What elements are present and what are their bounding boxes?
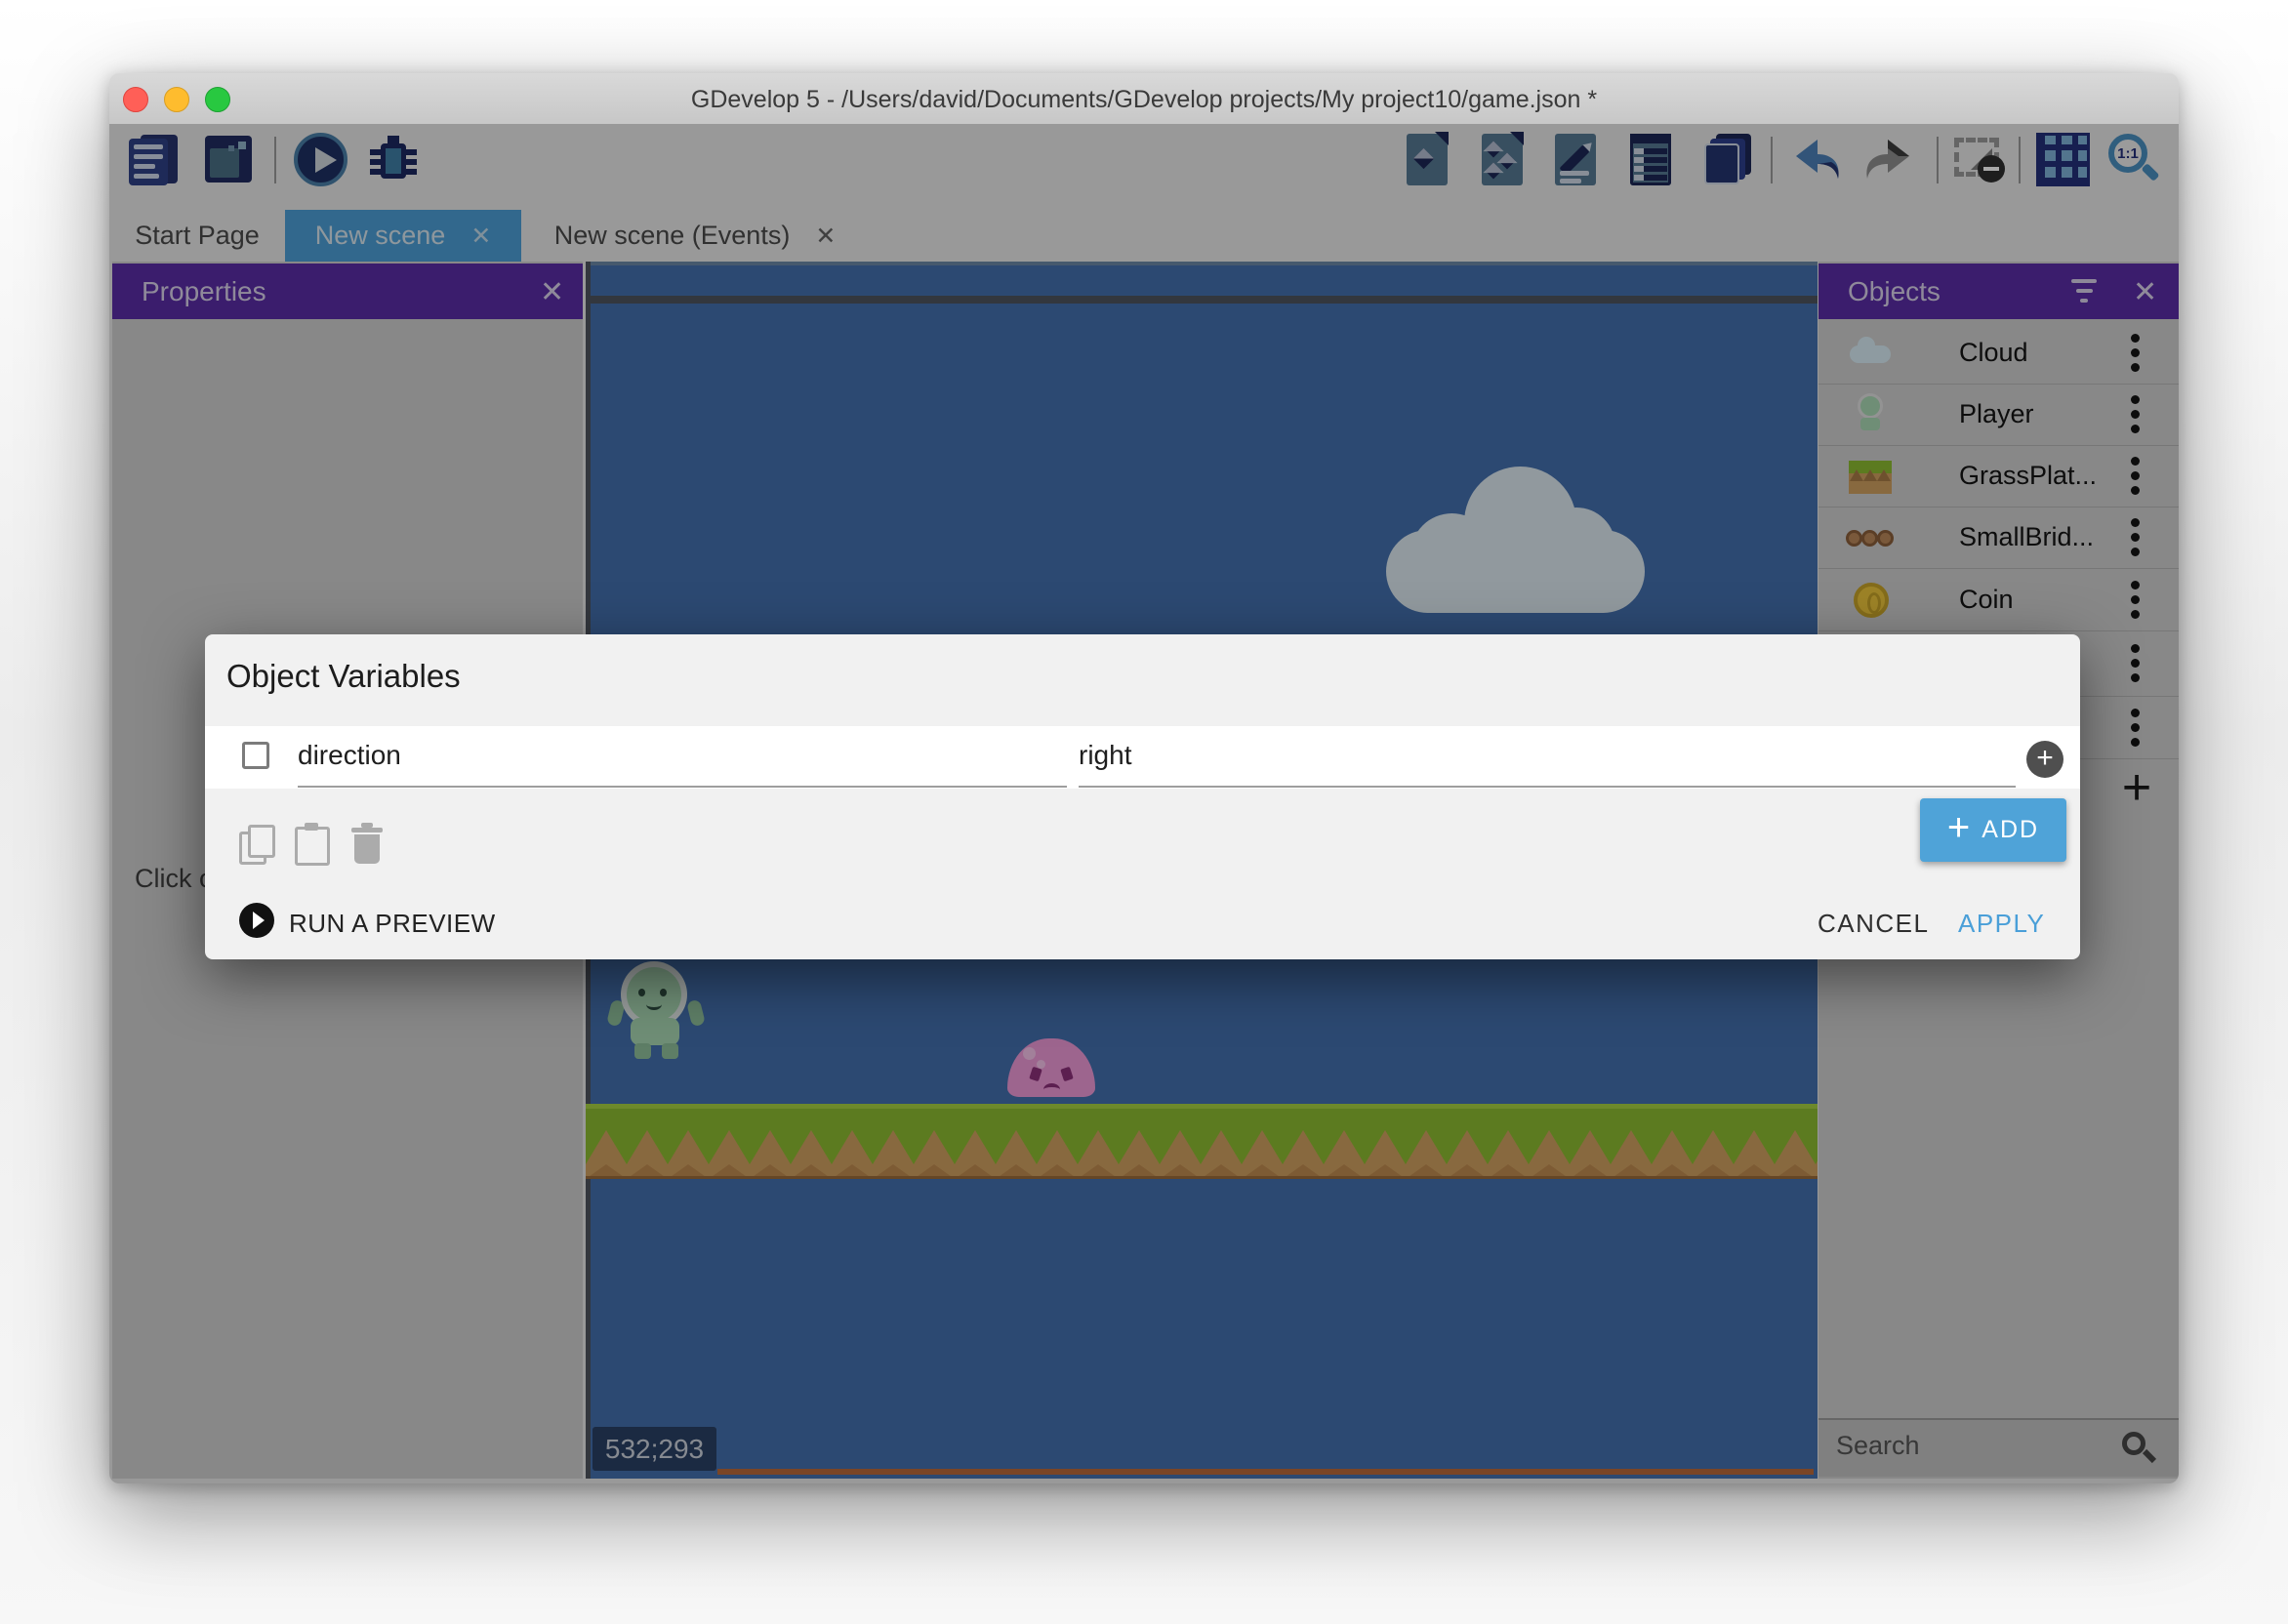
object-label: Cloud xyxy=(1959,338,2028,368)
object-row-player[interactable]: Player xyxy=(1818,384,2179,446)
variable-row: direction right xyxy=(205,726,2080,789)
paste-icon[interactable] xyxy=(295,823,328,862)
close-panel-icon[interactable]: ✕ xyxy=(2133,275,2157,309)
close-tab-icon[interactable]: ✕ xyxy=(815,222,836,251)
object-row-smallbridge[interactable]: SmallBrid... xyxy=(1818,507,2179,569)
name-field-underline xyxy=(298,786,1067,788)
panel-title: Properties xyxy=(142,276,266,307)
variable-name-field[interactable]: direction xyxy=(298,740,401,771)
toolbar-divider xyxy=(274,137,276,183)
zoom-1-1-icon[interactable]: 1:1 xyxy=(2106,132,2162,187)
start-page-icon[interactable] xyxy=(201,132,257,187)
tab-start-page[interactable]: Start Page xyxy=(109,210,285,262)
lower-platform-edge xyxy=(717,1469,1814,1475)
player-instance[interactable] xyxy=(597,961,715,1059)
kebab-menu-icon[interactable] xyxy=(2129,709,2141,748)
object-label: GrassPlat... xyxy=(1959,461,2097,491)
add-object-button[interactable]: + xyxy=(2107,760,2166,819)
debugger-icon[interactable] xyxy=(365,132,421,187)
plus-icon: + xyxy=(1947,806,1970,850)
properties-panel-header: Properties ✕ xyxy=(112,264,583,319)
window-mask-icon[interactable] xyxy=(1952,132,2008,187)
object-groups-editor-icon[interactable] xyxy=(1475,132,1531,187)
grid-icon[interactable] xyxy=(2035,132,2091,187)
object-row-grassplatform[interactable]: GrassPlat... xyxy=(1818,445,2179,508)
undo-icon[interactable] xyxy=(1788,132,1844,187)
tab-label: New scene xyxy=(315,221,446,251)
toolbar-divider xyxy=(2019,137,2021,183)
filter-icon[interactable] xyxy=(2070,279,2098,304)
coin-object-icon xyxy=(1846,577,1895,624)
cloud-instance[interactable] xyxy=(1386,467,1645,613)
kebab-menu-icon[interactable] xyxy=(2129,644,2141,683)
trash-icon[interactable] xyxy=(351,822,385,865)
gdevelop-window: GDevelop 5 - /Users/david/Documents/GDev… xyxy=(109,73,2179,1483)
add-variable-button[interactable]: + ADD xyxy=(1920,798,2066,862)
close-panel-icon[interactable]: ✕ xyxy=(540,275,564,309)
small-bridge-object-icon xyxy=(1846,514,1895,561)
cancel-button[interactable]: CANCEL xyxy=(1818,909,1929,939)
toolbar: 1:1 xyxy=(109,124,2179,210)
window-title: GDevelop 5 - /Users/david/Documents/GDev… xyxy=(109,86,2179,114)
tab-bar: Start Page New scene ✕ New scene (Events… xyxy=(109,210,2179,262)
cloud-object-icon xyxy=(1846,330,1895,377)
search-icon xyxy=(2122,1432,2145,1455)
search-input[interactable] xyxy=(1834,1430,2111,1462)
kebab-menu-icon[interactable] xyxy=(2129,334,2141,373)
toolbar-divider xyxy=(1771,137,1773,183)
variable-checkbox[interactable] xyxy=(242,742,269,769)
object-label: Coin xyxy=(1959,585,2014,615)
titlebar: GDevelop 5 - /Users/david/Documents/GDev… xyxy=(109,73,2179,125)
object-row-cloud[interactable]: Cloud xyxy=(1818,322,2179,385)
panel-title: Objects xyxy=(1848,276,1941,307)
kebab-menu-icon[interactable] xyxy=(2129,395,2141,434)
kebab-menu-icon[interactable] xyxy=(2129,518,2141,557)
object-label: Player xyxy=(1959,399,2034,429)
tab-new-scene-events[interactable]: New scene (Events) ✕ xyxy=(521,210,869,262)
objects-panel-header: Objects ✕ xyxy=(1818,264,2179,319)
kebab-menu-icon[interactable] xyxy=(2129,457,2141,496)
object-variables-dialog: Object Variables direction right + + ADD xyxy=(205,634,2080,959)
object-row-coin[interactable]: Coin xyxy=(1818,569,2179,631)
kebab-menu-icon[interactable] xyxy=(2129,581,2141,620)
properties-hint: Click o xyxy=(135,864,214,894)
add-button-label: ADD xyxy=(1982,816,2039,844)
desktop: GDevelop 5 - /Users/david/Documents/GDev… xyxy=(0,0,2288,1624)
slime-enemy-instance[interactable] xyxy=(1007,1038,1095,1097)
dialog-title: Object Variables xyxy=(226,658,461,695)
scene-properties-icon[interactable] xyxy=(1548,132,1604,187)
cursor-coordinates-badge: 532;293 xyxy=(592,1427,716,1471)
copy-icon[interactable] xyxy=(239,825,272,862)
preview-icon[interactable] xyxy=(293,132,348,187)
tab-label: New scene (Events) xyxy=(554,221,791,251)
viewport-top-border xyxy=(586,296,1818,304)
tab-new-scene[interactable]: New scene ✕ xyxy=(285,210,521,262)
close-tab-icon[interactable]: ✕ xyxy=(470,222,491,251)
toolbar-divider xyxy=(1937,137,1939,183)
add-child-variable-button[interactable]: + xyxy=(2026,741,2063,778)
value-field-underline xyxy=(1079,786,2016,788)
project-manager-icon[interactable] xyxy=(127,132,183,187)
grass-platform-object-icon xyxy=(1846,453,1895,500)
redo-icon[interactable] xyxy=(1861,132,1917,187)
apply-button[interactable]: APPLY xyxy=(1958,909,2045,939)
zoom-ratio-label: 1:1 xyxy=(2117,145,2139,162)
run-preview-icon[interactable] xyxy=(239,903,274,938)
variable-value-field[interactable]: right xyxy=(1079,740,1131,771)
run-preview-button[interactable]: RUN A PREVIEW xyxy=(289,909,496,939)
grass-platform-instance[interactable] xyxy=(586,1104,1818,1179)
objects-editor-icon[interactable] xyxy=(1400,132,1455,187)
tab-label: Start Page xyxy=(135,221,260,251)
objects-search-box xyxy=(1818,1418,2179,1477)
object-label: SmallBrid... xyxy=(1959,522,2094,552)
player-object-icon xyxy=(1846,391,1895,438)
canvas-top-strip xyxy=(586,262,1818,265)
instances-list-icon[interactable] xyxy=(1623,132,1679,187)
layers-editor-icon[interactable] xyxy=(1700,132,1756,187)
